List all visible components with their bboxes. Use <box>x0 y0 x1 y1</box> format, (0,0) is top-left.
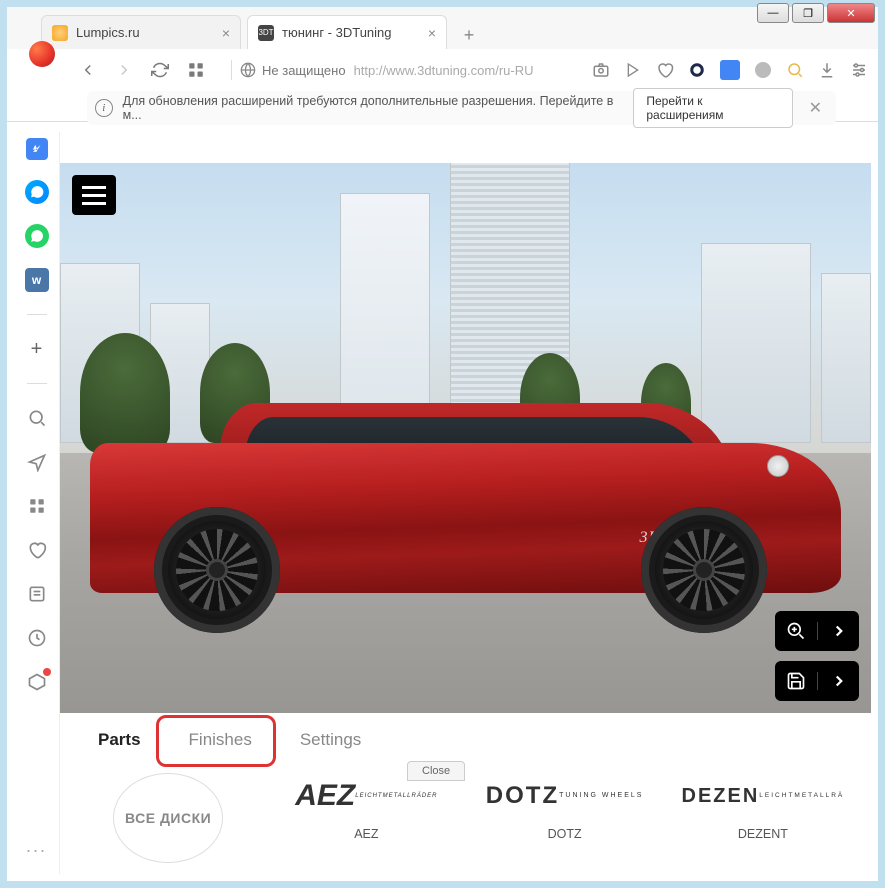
info-icon: i <box>95 99 113 117</box>
address-bar[interactable]: Не защищено http://www.3dtuning.com/ru-R… <box>221 54 543 86</box>
fuel-cap-icon <box>767 455 789 477</box>
configurator-panel: Parts Finishes Settings Close ВСЕ ДИСКИ … <box>60 713 871 874</box>
extension-notice-bar: i Для обновления расширений требуются до… <box>87 91 836 125</box>
chevron-right-icon[interactable] <box>817 672 859 690</box>
brand-name: DEZENT <box>738 827 788 841</box>
tab-settings[interactable]: Settings <box>276 716 385 764</box>
history-sidebar-icon[interactable] <box>25 626 49 650</box>
new-tab-button[interactable]: + <box>455 21 483 49</box>
save-icon[interactable] <box>775 671 817 691</box>
extension-notice-close-icon[interactable]: ✕ <box>803 98 828 118</box>
download-icon[interactable] <box>818 61 836 79</box>
vk-sidebar-icon[interactable]: w <box>25 268 49 292</box>
go-to-extensions-button[interactable]: Перейти к расширениям <box>633 88 792 128</box>
brand-dotz[interactable]: DOTZTUNING WHEELS DOTZ <box>471 773 659 841</box>
extension-notice-text: Для обновления расширений требуются допо… <box>123 94 624 122</box>
minimize-button[interactable]: — <box>757 3 789 23</box>
browser-chrome: Lumpics.ru × 3DT тюнинг - 3DTuning × + Н… <box>7 7 878 122</box>
whatsapp-sidebar-icon[interactable] <box>25 224 49 248</box>
opera-sidebar: w + ... <box>14 132 60 874</box>
close-panel-button[interactable]: Close <box>407 761 465 781</box>
window-controls: — ❐ ✕ <box>757 3 875 23</box>
tab-title: тюнинг - 3DTuning <box>282 25 420 40</box>
snapshot-icon[interactable] <box>592 61 610 79</box>
tab-3dtuning[interactable]: 3DT тюнинг - 3DTuning × <box>247 15 447 49</box>
rear-wheel[interactable] <box>641 507 767 633</box>
maximize-button[interactable]: ❐ <box>792 3 824 23</box>
view-controls <box>775 611 859 701</box>
save-control[interactable] <box>775 661 859 701</box>
brand-dezent[interactable]: DEZENLEICHTMETALLRÄ DEZENT <box>669 773 857 841</box>
brand-list: ВСЕ ДИСКИ AEZLEICHTMETALLRÄDER AEZ DOTZT… <box>60 767 871 869</box>
menu-button[interactable] <box>72 175 116 215</box>
extension-icon[interactable] <box>754 61 772 79</box>
heart-icon[interactable] <box>656 61 674 79</box>
translate-sidebar-icon[interactable] <box>26 138 48 160</box>
brand-all[interactable]: ВСЕ ДИСКИ <box>74 773 262 863</box>
nav-bar: Не защищено http://www.3dtuning.com/ru-R… <box>7 49 878 91</box>
security-label: Не защищено <box>262 63 346 78</box>
search-ext-icon[interactable] <box>786 61 804 79</box>
tab-lumpics[interactable]: Lumpics.ru × <box>41 15 241 49</box>
config-tabs: Parts Finishes Settings <box>60 713 871 767</box>
window-close-button[interactable]: ✕ <box>827 3 875 23</box>
brand-name: DOTZ <box>548 827 582 841</box>
tab-close-icon[interactable]: × <box>222 25 230 41</box>
forward-button[interactable] <box>113 59 135 81</box>
zoom-in-icon[interactable] <box>775 621 817 641</box>
messenger-sidebar-icon[interactable] <box>25 180 49 204</box>
nav-right-icons <box>592 60 868 80</box>
play-icon[interactable] <box>624 61 642 79</box>
translate-ext-icon[interactable] <box>720 60 740 80</box>
car-viewport[interactable]: 3DT <box>60 163 871 713</box>
extensions-sidebar-icon[interactable] <box>25 670 49 694</box>
news-sidebar-icon[interactable] <box>25 582 49 606</box>
tab-parts[interactable]: Parts <box>74 716 165 764</box>
brand-name: AEZ <box>354 827 378 841</box>
zoom-control[interactable] <box>775 611 859 651</box>
speed-dial-button[interactable] <box>185 59 207 81</box>
add-messenger-button[interactable]: + <box>25 337 49 361</box>
url-text: http://www.3dtuning.com/ru-RU <box>354 63 534 78</box>
speed-dial-sidebar-icon[interactable] <box>25 494 49 518</box>
security-indicator[interactable]: Не защищено <box>240 62 346 78</box>
tab-favicon-icon: 3DT <box>258 25 274 41</box>
notification-dot-icon <box>43 668 51 676</box>
sidebar-divider <box>27 383 47 384</box>
car-model[interactable]: 3DT <box>90 373 841 633</box>
bookmarks-sidebar-icon[interactable] <box>25 538 49 562</box>
adblock-icon[interactable] <box>688 61 706 79</box>
sidebar-more-button[interactable]: ... <box>25 834 49 858</box>
sidebar-divider <box>27 314 47 315</box>
easy-setup-icon[interactable] <box>850 61 868 79</box>
front-wheel[interactable] <box>154 507 280 633</box>
all-wheels-badge: ВСЕ ДИСКИ <box>113 773 223 863</box>
search-sidebar-icon[interactable] <box>25 406 49 430</box>
tab-finishes[interactable]: Finishes <box>165 716 276 764</box>
back-button[interactable] <box>77 59 99 81</box>
tab-title: Lumpics.ru <box>76 25 214 40</box>
brand-logo-icon: DOTZTUNING WHEELS <box>486 773 644 819</box>
flow-sidebar-icon[interactable] <box>25 450 49 474</box>
tab-close-icon[interactable]: × <box>428 25 436 41</box>
page-content: 3DT Parts Finishes Settings Close ВСЕ <box>60 163 871 874</box>
opera-logo-icon[interactable] <box>29 41 55 67</box>
tab-favicon-icon <box>52 25 68 41</box>
tab-bar: Lumpics.ru × 3DT тюнинг - 3DTuning × + <box>7 7 878 49</box>
reload-button[interactable] <box>149 59 171 81</box>
brand-logo-icon: DEZENLEICHTMETALLRÄ <box>682 773 845 819</box>
chevron-right-icon[interactable] <box>817 622 859 640</box>
brand-aez[interactable]: AEZLEICHTMETALLRÄDER AEZ <box>272 773 460 841</box>
